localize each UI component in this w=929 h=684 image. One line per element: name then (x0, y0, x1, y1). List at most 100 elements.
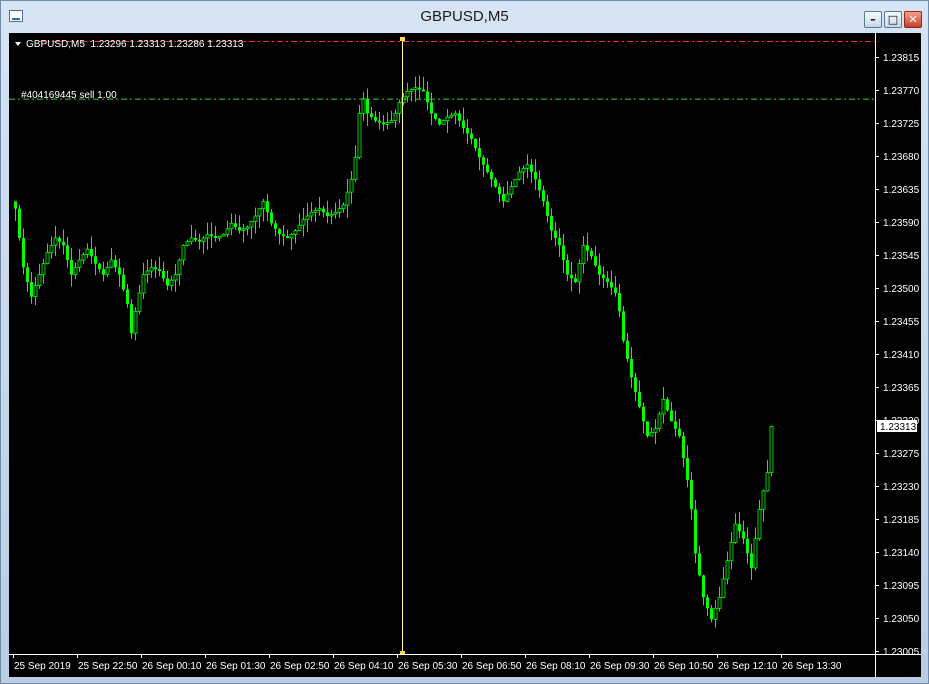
candle-body (694, 509, 697, 554)
candle (509, 181, 514, 199)
candle-body (642, 406, 645, 422)
candle-body (482, 157, 485, 165)
candle (525, 154, 530, 179)
candle-body (638, 392, 641, 407)
candle (586, 232, 589, 262)
price-tick-label: 1.23365 (883, 383, 920, 394)
candle-body (201, 237, 206, 243)
candle (546, 194, 549, 223)
candle-body (706, 597, 709, 609)
candle-body (154, 267, 157, 270)
candle (638, 380, 641, 409)
candle-body (405, 90, 410, 98)
candle (73, 262, 78, 280)
candle (426, 81, 429, 111)
time-tick-label: 26 Sep 12:10 (718, 661, 778, 672)
dropdown-triangle-icon[interactable] (15, 42, 21, 46)
title-bar[interactable]: GBPUSD,M5 – □ ✕ (1, 1, 928, 32)
candle (694, 500, 697, 564)
candle-body (253, 215, 258, 222)
candle-body (710, 608, 713, 620)
candle (210, 222, 213, 249)
cursor-handle-top[interactable] (400, 37, 405, 41)
candle (217, 235, 222, 242)
candle-body (309, 211, 314, 217)
minimize-icon[interactable]: – (864, 11, 882, 28)
candle-body (598, 265, 601, 275)
candle-body (441, 120, 446, 125)
candle-body (73, 266, 78, 276)
candle (434, 112, 437, 121)
candle (253, 207, 258, 234)
candle-body (341, 204, 346, 210)
candle-body (449, 114, 454, 118)
price-tick-label: 1.23545 (883, 251, 920, 262)
candle-body (126, 289, 129, 304)
candle (521, 165, 526, 185)
chart-area[interactable]: 1.23815 1.23770 1.23725 1.23680 1.23635 1.235… (9, 33, 921, 677)
candle-body (317, 208, 322, 211)
candle-body (141, 274, 146, 294)
candle (286, 229, 289, 239)
candle (505, 180, 510, 203)
candle (670, 402, 673, 422)
candle-body (393, 112, 398, 122)
candle-body (205, 233, 210, 239)
candle (630, 347, 633, 389)
candle-body (149, 266, 154, 272)
candle-body (474, 139, 477, 149)
candle-body (305, 215, 310, 221)
candle (130, 299, 133, 339)
price-chart[interactable]: 1.23815 1.23770 1.23725 1.23680 1.23635 1.235… (9, 33, 921, 677)
price-tick-label: 1.23050 (883, 614, 920, 625)
candle-body (109, 259, 114, 268)
candle-body (622, 311, 625, 341)
candle-body (750, 553, 753, 568)
candle-body (574, 278, 577, 282)
candle (194, 229, 197, 242)
candle (610, 270, 613, 295)
candle (562, 234, 565, 274)
candle-body (378, 120, 381, 123)
candle (761, 489, 766, 522)
candle (534, 159, 537, 190)
candle (62, 229, 65, 255)
candle-body (286, 236, 289, 238)
candle (729, 531, 734, 570)
candle-body (746, 538, 749, 554)
candle (349, 170, 354, 204)
candle-body (382, 122, 385, 125)
candle (418, 75, 421, 99)
candle (642, 402, 645, 434)
candle (185, 239, 190, 247)
candle-body (357, 112, 362, 158)
candle-body (158, 269, 161, 271)
candle (606, 271, 609, 288)
candle (389, 110, 394, 123)
candle-body (445, 116, 450, 122)
candle-body (690, 480, 693, 510)
candle (337, 199, 342, 218)
candle-body (590, 250, 593, 257)
candle (458, 110, 461, 127)
candle-body (297, 224, 302, 232)
candle-body (26, 267, 29, 282)
candle-body (162, 271, 165, 279)
candle (225, 220, 230, 238)
close-icon[interactable]: ✕ (904, 11, 922, 28)
candle (490, 169, 493, 188)
candle-body (490, 172, 493, 180)
candle (441, 119, 446, 125)
candle (682, 431, 685, 468)
maximize-icon[interactable]: □ (884, 11, 902, 28)
candle-body (41, 263, 46, 276)
candle (622, 306, 625, 344)
time-tick-label: 25 Sep 22:50 (78, 661, 138, 672)
candle (542, 185, 545, 207)
candle-body (538, 179, 541, 191)
candle-body (738, 524, 741, 532)
candle-body (742, 531, 745, 539)
price-tick-label: 1.23275 (883, 449, 920, 460)
price-tick-label: 1.23095 (883, 581, 920, 592)
candle-body (517, 171, 522, 180)
